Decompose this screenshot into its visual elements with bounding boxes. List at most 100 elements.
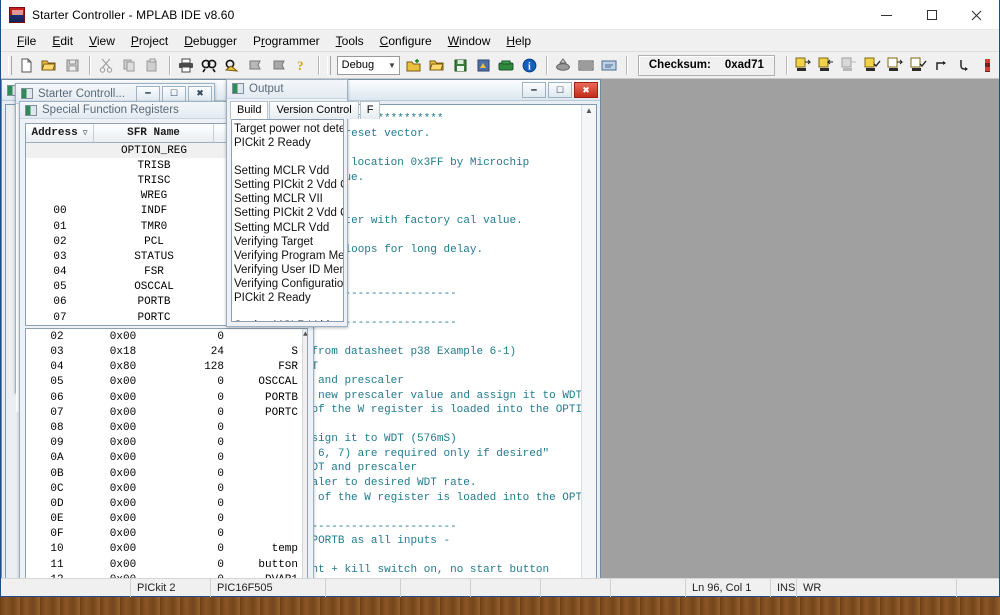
- bookmark-clear-icon[interactable]: [268, 54, 289, 76]
- code-minimize-button[interactable]: ━: [522, 82, 546, 99]
- reset-icon[interactable]: [931, 54, 952, 76]
- open-folder-icon[interactable]: [39, 54, 60, 76]
- output-log[interactable]: Target power not dete PICkit 2 Ready Sett…: [231, 118, 344, 322]
- watch-row[interactable]: 09 0x00 0: [26, 436, 302, 451]
- watch-row[interactable]: 0F 0x00 0: [26, 527, 302, 542]
- bookmark-icon[interactable]: [245, 54, 266, 76]
- menu-debugger[interactable]: Debugger: [176, 32, 245, 50]
- starter-maximize-button[interactable]: ☐: [162, 85, 186, 102]
- menu-edit[interactable]: Edit: [44, 32, 81, 50]
- watch-row[interactable]: 08 0x00 0: [26, 420, 302, 435]
- watch-cell-decimal: 128: [204, 361, 224, 374]
- code-close-button[interactable]: ✖: [574, 82, 598, 99]
- info-icon[interactable]: i: [519, 54, 540, 76]
- build-mode-selector[interactable]: Debug ▼: [336, 55, 400, 75]
- cut-icon[interactable]: [96, 54, 117, 76]
- menu-project[interactable]: Project: [123, 32, 176, 50]
- watch-row[interactable]: 10 0x00 0 temp: [26, 542, 302, 557]
- watch-row[interactable]: 0D 0x00 0: [26, 496, 302, 511]
- watch-row[interactable]: 06 0x00 0 PORTB: [26, 390, 302, 405]
- watch-row[interactable]: 0B 0x00 0: [26, 466, 302, 481]
- code-vertical-scrollbar[interactable]: ▲ ▼: [581, 105, 596, 578]
- build-icon[interactable]: [473, 54, 494, 76]
- minimize-button[interactable]: [864, 0, 909, 30]
- watch-row[interactable]: 0A 0x00 0: [26, 451, 302, 466]
- watch-cell-address: 06: [50, 391, 64, 404]
- status-field: WR: [797, 578, 957, 597]
- starter-minimize-button[interactable]: ━: [136, 85, 160, 102]
- watch-cell-decimal: 0: [217, 558, 224, 571]
- watch-cell-hex: 0x00: [109, 437, 137, 450]
- code-maximize-button[interactable]: ☐: [548, 82, 572, 99]
- read-icon[interactable]: [599, 54, 620, 76]
- save-project-icon[interactable]: [450, 54, 471, 76]
- help-icon[interactable]: ?: [291, 54, 312, 76]
- watch-row[interactable]: 0E 0x00 0: [26, 512, 302, 527]
- watch-cell-decimal: 0: [217, 330, 224, 343]
- menu-file[interactable]: File: [9, 32, 44, 50]
- save-icon[interactable]: [62, 54, 83, 76]
- watch-row[interactable]: 04 0x80 128 FSR: [26, 360, 302, 375]
- starter-controller-buttons: ━ ☐ ✖: [136, 85, 214, 102]
- menu-window[interactable]: Window: [440, 32, 499, 50]
- find-icon[interactable]: [199, 54, 220, 76]
- close-button[interactable]: [954, 0, 999, 30]
- watch-row[interactable]: 05 0x00 0 OSCCAL: [26, 375, 302, 390]
- watch-row[interactable]: 0C 0x00 0: [26, 481, 302, 496]
- new-project-icon[interactable]: [404, 54, 425, 76]
- make-icon[interactable]: [496, 54, 517, 76]
- menu-programmer[interactable]: Programmer: [245, 32, 328, 50]
- output-tab-find[interactable]: F: [359, 100, 381, 119]
- scroll-up-icon[interactable]: ▲: [585, 106, 593, 115]
- watch-row[interactable]: 07 0x00 0 PORTC: [26, 405, 302, 420]
- svg-text:?: ?: [297, 58, 304, 73]
- menu-view[interactable]: View: [81, 32, 123, 50]
- window-controls: [864, 0, 999, 30]
- output-tab-version-control[interactable]: Version Control: [269, 100, 359, 119]
- copy-icon[interactable]: [119, 54, 140, 76]
- watch-cell-decimal: 0: [217, 528, 224, 541]
- menu-help[interactable]: Help: [498, 32, 539, 50]
- watch-cell-address: 12: [26, 574, 88, 578]
- erase-icon[interactable]: [576, 54, 597, 76]
- return-icon[interactable]: [954, 54, 975, 76]
- build-mode-value: Debug: [341, 59, 375, 71]
- window-icon: [232, 83, 244, 95]
- sfr-col-address[interactable]: Address ▽: [26, 124, 94, 142]
- watch-row[interactable]: 120x000DVAR1: [26, 572, 302, 578]
- toolbar-grip[interactable]: [326, 55, 331, 75]
- sort-descending-icon: ▽: [82, 129, 88, 138]
- watch-row[interactable]: 02 0x00 0: [26, 329, 302, 344]
- step-out-icon[interactable]: [908, 54, 929, 76]
- halt-icon[interactable]: [816, 54, 837, 76]
- sfr-watch-rows: 02 0x00 0 03 0x18 24 S 04 0x80 128 FSR 05 0x00 0 OSCCA…: [26, 329, 302, 578]
- watch-cell-symbol: button: [258, 558, 298, 571]
- step-over-icon[interactable]: [885, 54, 906, 76]
- watch-cell-decimal: 0: [217, 497, 224, 510]
- output-window[interactable]: Output Build Version Control F Target po…: [226, 79, 381, 327]
- starter-close-button[interactable]: ✖: [188, 85, 212, 102]
- sfr-col-name[interactable]: SFR Name: [94, 124, 214, 142]
- program-icon[interactable]: [553, 54, 574, 76]
- find-replace-icon[interactable]: [222, 54, 243, 76]
- watch-row[interactable]: 11 0x00 0 button: [26, 557, 302, 572]
- sfr-watch-table[interactable]: 02 0x00 0 03 0x18 24 S 04 0x80 128 FSR 05 0x00 0 OSCCA…: [25, 328, 308, 578]
- paste-icon[interactable]: [142, 54, 163, 76]
- maximize-button[interactable]: [909, 0, 954, 30]
- watch-cell-address: 0E: [50, 513, 64, 526]
- output-tab-build[interactable]: Build: [230, 100, 269, 119]
- new-file-icon[interactable]: [16, 54, 37, 76]
- status-bar: PICkit 2 PIC16F505 Ln 96, Col 1 INS WR: [1, 578, 999, 597]
- breakpoint-icon[interactable]: [977, 54, 998, 76]
- open-project-icon[interactable]: [427, 54, 448, 76]
- scroll-up-icon[interactable]: ▲: [303, 329, 307, 341]
- menu-configure[interactable]: Configure: [372, 32, 440, 50]
- watch-row[interactable]: 03 0x18 24 S: [26, 344, 302, 359]
- step-into-icon[interactable]: [862, 54, 883, 76]
- animate-icon[interactable]: [839, 54, 860, 76]
- toolbar-grip[interactable]: [8, 55, 12, 75]
- print-icon[interactable]: [176, 54, 197, 76]
- run-icon[interactable]: [793, 54, 814, 76]
- menu-tools[interactable]: Tools: [328, 32, 372, 50]
- sfr-watch-scrollbar[interactable]: ▲ ▼: [302, 329, 307, 578]
